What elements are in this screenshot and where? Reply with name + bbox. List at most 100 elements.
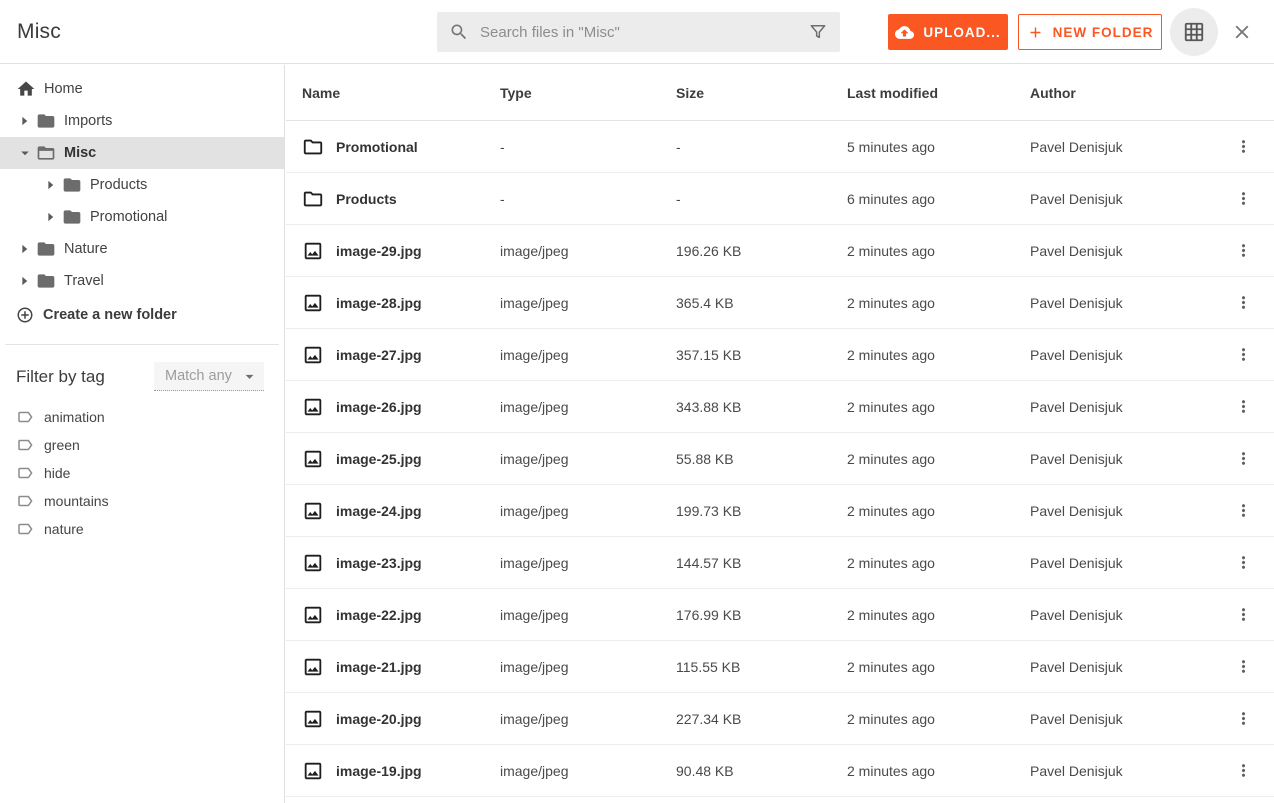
grid-view-button[interactable]	[1170, 8, 1218, 56]
file-table: NameTypeSizeLast modifiedAuthor Promotio…	[286, 65, 1274, 803]
table-row[interactable]: image-28.jpgimage/jpeg365.4 KB2 minutes …	[286, 277, 1274, 329]
tag-item-mountains[interactable]: mountains	[0, 487, 284, 515]
row-actions-button[interactable]	[1233, 655, 1253, 679]
row-actions-button[interactable]	[1233, 343, 1253, 367]
create-folder-button[interactable]: Create a new folder	[0, 297, 284, 333]
kebab-icon	[1234, 605, 1253, 624]
file-name-cell[interactable]: image-27.jpg	[302, 344, 500, 366]
row-actions-button[interactable]	[1233, 499, 1253, 523]
table-row[interactable]: image-29.jpgimage/jpeg196.26 KB2 minutes…	[286, 225, 1274, 277]
tag-item-nature[interactable]: nature	[0, 515, 284, 543]
kebab-icon	[1234, 189, 1253, 208]
sidebar-item-label: Products	[90, 178, 147, 193]
file-author: Pavel Denisjuk	[1030, 451, 1233, 467]
table-row[interactable]: image-22.jpgimage/jpeg176.99 KB2 minutes…	[286, 589, 1274, 641]
image-icon	[302, 240, 324, 262]
file-name-cell[interactable]: image-25.jpg	[302, 448, 500, 470]
tag-icon	[16, 520, 34, 538]
row-actions-button[interactable]	[1233, 551, 1253, 575]
table-row[interactable]: image-20.jpgimage/jpeg227.34 KB2 minutes…	[286, 693, 1274, 745]
tag-icon	[16, 436, 34, 454]
file-name: image-24.jpg	[336, 503, 422, 519]
row-actions-button[interactable]	[1233, 395, 1253, 419]
chevron-right-icon	[16, 112, 34, 130]
row-actions-button[interactable]	[1233, 707, 1253, 731]
sidebar-item-promotional[interactable]: Promotional	[0, 201, 284, 233]
sidebar-item-travel[interactable]: Travel	[0, 265, 284, 297]
file-size: 144.57 KB	[676, 555, 847, 571]
file-name-cell[interactable]: Promotional	[302, 136, 500, 158]
file-name-cell[interactable]: image-21.jpg	[302, 656, 500, 678]
file-type: -	[500, 191, 676, 207]
file-last-modified: 2 minutes ago	[847, 659, 1030, 675]
upload-button[interactable]: UPLOAD...	[888, 14, 1008, 50]
file-last-modified: 6 minutes ago	[847, 191, 1030, 207]
file-last-modified: 2 minutes ago	[847, 503, 1030, 519]
chevron-down-icon	[16, 144, 34, 162]
file-name-cell[interactable]: image-22.jpg	[302, 604, 500, 626]
row-actions-button[interactable]	[1233, 603, 1253, 627]
file-name-cell[interactable]: Products	[302, 188, 500, 210]
file-author: Pavel Denisjuk	[1030, 607, 1233, 623]
folder-open-icon	[36, 143, 56, 163]
tag-item-animation[interactable]: animation	[0, 403, 284, 431]
table-row[interactable]: image-26.jpgimage/jpeg343.88 KB2 minutes…	[286, 381, 1274, 433]
row-actions-button[interactable]	[1233, 239, 1253, 263]
table-row[interactable]: image-19.jpgimage/jpeg90.48 KB2 minutes …	[286, 745, 1274, 797]
image-icon	[302, 396, 324, 418]
search-input[interactable]	[480, 24, 808, 41]
tag-item-green[interactable]: green	[0, 431, 284, 459]
chevron-right-icon	[42, 208, 60, 226]
file-type: image/jpeg	[500, 243, 676, 259]
sidebar-item-nature[interactable]: Nature	[0, 233, 284, 265]
filter-funnel-icon[interactable]	[808, 22, 828, 42]
row-actions-button[interactable]	[1233, 447, 1253, 471]
sidebar-item-label: Promotional	[90, 210, 167, 225]
table-row[interactable]: image-21.jpgimage/jpeg115.55 KB2 minutes…	[286, 641, 1274, 693]
row-actions-button[interactable]	[1233, 759, 1253, 783]
file-size: 176.99 KB	[676, 607, 847, 623]
plus-icon	[1027, 24, 1044, 41]
row-actions-button[interactable]	[1233, 291, 1253, 315]
sidebar-item-label: Misc	[64, 146, 96, 161]
folder-outline-icon	[302, 136, 324, 158]
close-icon	[1231, 21, 1253, 43]
tag-item-hide[interactable]: hide	[0, 459, 284, 487]
file-name: image-21.jpg	[336, 659, 422, 675]
file-name-cell[interactable]: image-29.jpg	[302, 240, 500, 262]
table-row[interactable]: Promotional--5 minutes agoPavel Denisjuk	[286, 121, 1274, 173]
file-name-cell[interactable]: image-26.jpg	[302, 396, 500, 418]
column-header-last-modified: Last modified	[847, 85, 1030, 101]
tag-label: mountains	[44, 493, 109, 509]
new-folder-button[interactable]: NEW FOLDER	[1018, 14, 1162, 50]
tag-match-select[interactable]: Match any	[154, 362, 264, 391]
file-name: image-25.jpg	[336, 451, 422, 467]
sidebar-item-misc[interactable]: Misc	[0, 137, 284, 169]
folder-icon	[62, 207, 82, 227]
search-bar[interactable]	[437, 12, 840, 52]
table-row[interactable]: Products--6 minutes agoPavel Denisjuk	[286, 173, 1274, 225]
chevron-right-icon	[16, 240, 34, 258]
table-row[interactable]: image-23.jpgimage/jpeg144.57 KB2 minutes…	[286, 537, 1274, 589]
table-row[interactable]: image-27.jpgimage/jpeg357.15 KB2 minutes…	[286, 329, 1274, 381]
sidebar-item-products[interactable]: Products	[0, 169, 284, 201]
close-button[interactable]	[1229, 19, 1255, 45]
file-name-cell[interactable]: image-23.jpg	[302, 552, 500, 574]
table-row[interactable]: image-24.jpgimage/jpeg199.73 KB2 minutes…	[286, 485, 1274, 537]
kebab-icon	[1234, 553, 1253, 572]
sidebar-item-imports[interactable]: Imports	[0, 105, 284, 137]
file-last-modified: 2 minutes ago	[847, 295, 1030, 311]
file-name-cell[interactable]: image-28.jpg	[302, 292, 500, 314]
file-size: 365.4 KB	[676, 295, 847, 311]
tag-list: animationgreenhide mountains nature	[0, 403, 284, 543]
chevron-right-icon	[16, 272, 34, 290]
file-name: image-22.jpg	[336, 607, 422, 623]
table-row[interactable]: image-25.jpgimage/jpeg55.88 KB2 minutes …	[286, 433, 1274, 485]
row-actions-button[interactable]	[1233, 187, 1253, 211]
file-name-cell[interactable]: image-24.jpg	[302, 500, 500, 522]
row-actions-button[interactable]	[1233, 135, 1253, 159]
column-header-size: Size	[676, 85, 847, 101]
file-name-cell[interactable]: image-19.jpg	[302, 760, 500, 782]
sidebar-item-home[interactable]: Home	[0, 73, 284, 105]
file-name-cell[interactable]: image-20.jpg	[302, 708, 500, 730]
